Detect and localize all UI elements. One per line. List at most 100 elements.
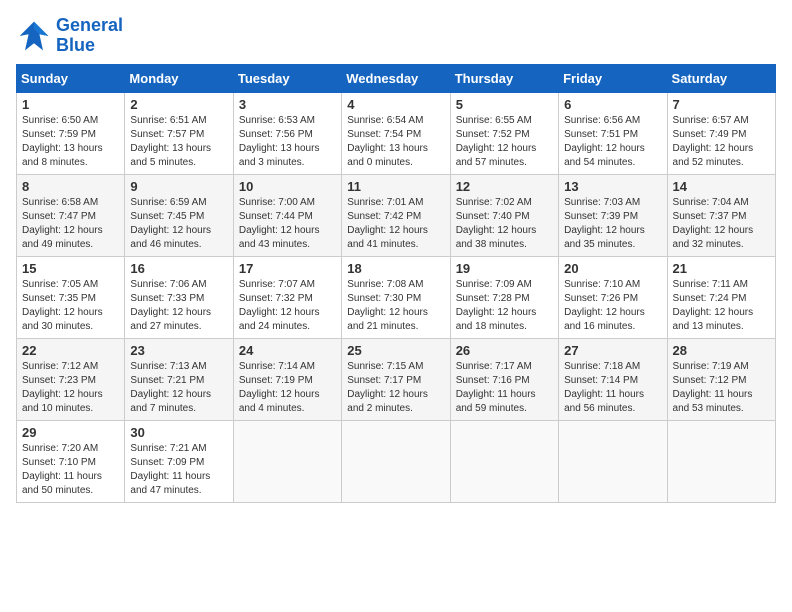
day-number: 30: [130, 425, 227, 440]
day-number: 28: [673, 343, 770, 358]
day-detail: Sunrise: 7:11 AM Sunset: 7:24 PM Dayligh…: [673, 278, 770, 334]
table-row: 13Sunrise: 7:03 AM Sunset: 7:39 PM Dayli…: [559, 174, 667, 256]
day-detail: Sunrise: 7:14 AM Sunset: 7:19 PM Dayligh…: [239, 360, 336, 416]
day-detail: Sunrise: 6:50 AM Sunset: 7:59 PM Dayligh…: [22, 114, 119, 170]
day-detail: Sunrise: 7:06 AM Sunset: 7:33 PM Dayligh…: [130, 278, 227, 334]
table-row: 6 Sunrise: 6:56 AM Sunset: 7:51 PM Daylig…: [559, 92, 667, 174]
table-row: 17 Sunrise: 7:07 AM Sunset: 7:32 PM Dayli…: [233, 256, 341, 338]
logo-icon: [16, 18, 52, 54]
table-row: 21 Sunrise: 7:11 AM Sunset: 7:24 PM Dayli…: [667, 256, 775, 338]
day-number: 7: [673, 97, 770, 112]
day-number: 29: [22, 425, 119, 440]
day-detail: Sunrise: 7:08 AM Sunset: 7:30 PM Dayligh…: [347, 278, 444, 334]
day-number: 8: [22, 179, 119, 194]
day-number: 19: [456, 261, 553, 276]
table-row: 1Sunrise: 6:50 AM Sunset: 7:59 PM Daylig…: [17, 92, 125, 174]
day-detail: Sunrise: 6:57 AM Sunset: 7:49 PM Dayligh…: [673, 114, 770, 170]
day-number: 9: [130, 179, 227, 194]
table-row: [667, 420, 775, 502]
day-detail: Sunrise: 6:59 AM Sunset: 7:45 PM Dayligh…: [130, 196, 227, 252]
day-number: 21: [673, 261, 770, 276]
day-number: 14: [673, 179, 770, 194]
table-row: 24 Sunrise: 7:14 AM Sunset: 7:19 PM Dayli…: [233, 338, 341, 420]
table-row: 22 Sunrise: 7:12 AM Sunset: 7:23 PM Dayli…: [17, 338, 125, 420]
table-row: 3Sunrise: 6:53 AM Sunset: 7:56 PM Daylig…: [233, 92, 341, 174]
table-row: 29 Sunrise: 7:20 AM Sunset: 7:10 PM Dayli…: [17, 420, 125, 502]
day-number: 12: [456, 179, 553, 194]
table-row: 2 Sunrise: 6:51 AM Sunset: 7:57 PM Daylig…: [125, 92, 233, 174]
table-row: 10 Sunrise: 7:00 AM Sunset: 7:44 PM Dayli…: [233, 174, 341, 256]
day-number: 22: [22, 343, 119, 358]
day-detail: Sunrise: 7:03 AM Sunset: 7:39 PM Dayligh…: [564, 196, 661, 252]
logo-text: General Blue: [56, 16, 123, 56]
table-row: 26Sunrise: 7:17 AM Sunset: 7:16 PM Dayli…: [450, 338, 558, 420]
day-detail: Sunrise: 7:02 AM Sunset: 7:40 PM Dayligh…: [456, 196, 553, 252]
day-detail: Sunrise: 7:20 AM Sunset: 7:10 PM Dayligh…: [22, 442, 119, 498]
day-detail: Sunrise: 7:01 AM Sunset: 7:42 PM Dayligh…: [347, 196, 444, 252]
day-detail: Sunrise: 7:00 AM Sunset: 7:44 PM Dayligh…: [239, 196, 336, 252]
day-detail: Sunrise: 7:10 AM Sunset: 7:26 PM Dayligh…: [564, 278, 661, 334]
table-row: 30 Sunrise: 7:21 AM Sunset: 7:09 PM Dayli…: [125, 420, 233, 502]
day-number: 24: [239, 343, 336, 358]
day-detail: Sunrise: 7:04 AM Sunset: 7:37 PM Dayligh…: [673, 196, 770, 252]
weekday-header: Monday: [125, 64, 233, 92]
day-detail: Sunrise: 7:05 AM Sunset: 7:35 PM Dayligh…: [22, 278, 119, 334]
day-number: 3: [239, 97, 336, 112]
table-row: 20 Sunrise: 7:10 AM Sunset: 7:26 PM Dayli…: [559, 256, 667, 338]
day-detail: Sunrise: 7:12 AM Sunset: 7:23 PM Dayligh…: [22, 360, 119, 416]
day-number: 20: [564, 261, 661, 276]
weekday-header: Wednesday: [342, 64, 450, 92]
table-row: [450, 420, 558, 502]
weekday-header: Saturday: [667, 64, 775, 92]
day-detail: Sunrise: 6:55 AM Sunset: 7:52 PM Dayligh…: [456, 114, 553, 170]
table-row: [342, 420, 450, 502]
table-row: [233, 420, 341, 502]
day-detail: Sunrise: 6:56 AM Sunset: 7:51 PM Dayligh…: [564, 114, 661, 170]
table-row: 23 Sunrise: 7:13 AM Sunset: 7:21 PM Dayli…: [125, 338, 233, 420]
weekday-header: Sunday: [17, 64, 125, 92]
calendar-week-row: 15 Sunrise: 7:05 AM Sunset: 7:35 PM Dayli…: [17, 256, 776, 338]
day-number: 2: [130, 97, 227, 112]
day-number: 27: [564, 343, 661, 358]
table-row: 27Sunrise: 7:18 AM Sunset: 7:14 PM Dayli…: [559, 338, 667, 420]
day-number: 6: [564, 97, 661, 112]
day-number: 15: [22, 261, 119, 276]
table-row: 7 Sunrise: 6:57 AM Sunset: 7:49 PM Daylig…: [667, 92, 775, 174]
logo: General Blue: [16, 16, 123, 56]
calendar-week-row: 8Sunrise: 6:58 AM Sunset: 7:47 PM Daylig…: [17, 174, 776, 256]
table-row: 5Sunrise: 6:55 AM Sunset: 7:52 PM Daylig…: [450, 92, 558, 174]
table-row: 12 Sunrise: 7:02 AM Sunset: 7:40 PM Dayli…: [450, 174, 558, 256]
day-detail: Sunrise: 7:09 AM Sunset: 7:28 PM Dayligh…: [456, 278, 553, 334]
calendar-week-row: 22 Sunrise: 7:12 AM Sunset: 7:23 PM Dayli…: [17, 338, 776, 420]
table-row: 28 Sunrise: 7:19 AM Sunset: 7:12 PM Dayli…: [667, 338, 775, 420]
calendar-week-row: 29 Sunrise: 7:20 AM Sunset: 7:10 PM Dayli…: [17, 420, 776, 502]
calendar-week-row: 1Sunrise: 6:50 AM Sunset: 7:59 PM Daylig…: [17, 92, 776, 174]
calendar-table: SundayMondayTuesdayWednesdayThursdayFrid…: [16, 64, 776, 503]
day-number: 26: [456, 343, 553, 358]
day-number: 23: [130, 343, 227, 358]
table-row: 8Sunrise: 6:58 AM Sunset: 7:47 PM Daylig…: [17, 174, 125, 256]
day-detail: Sunrise: 7:07 AM Sunset: 7:32 PM Dayligh…: [239, 278, 336, 334]
day-number: 10: [239, 179, 336, 194]
table-row: 19 Sunrise: 7:09 AM Sunset: 7:28 PM Dayli…: [450, 256, 558, 338]
weekday-header: Tuesday: [233, 64, 341, 92]
table-row: 25 Sunrise: 7:15 AM Sunset: 7:17 PM Dayli…: [342, 338, 450, 420]
day-detail: Sunrise: 7:15 AM Sunset: 7:17 PM Dayligh…: [347, 360, 444, 416]
day-detail: Sunrise: 7:19 AM Sunset: 7:12 PM Dayligh…: [673, 360, 770, 416]
day-number: 25: [347, 343, 444, 358]
day-number: 16: [130, 261, 227, 276]
day-number: 17: [239, 261, 336, 276]
table-row: [559, 420, 667, 502]
weekday-header: Thursday: [450, 64, 558, 92]
day-detail: Sunrise: 7:21 AM Sunset: 7:09 PM Dayligh…: [130, 442, 227, 498]
day-number: 11: [347, 179, 444, 194]
day-number: 4: [347, 97, 444, 112]
table-row: 18 Sunrise: 7:08 AM Sunset: 7:30 PM Dayli…: [342, 256, 450, 338]
page-header: General Blue: [16, 16, 776, 56]
day-detail: Sunrise: 7:13 AM Sunset: 7:21 PM Dayligh…: [130, 360, 227, 416]
day-detail: Sunrise: 6:51 AM Sunset: 7:57 PM Dayligh…: [130, 114, 227, 170]
table-row: 15 Sunrise: 7:05 AM Sunset: 7:35 PM Dayli…: [17, 256, 125, 338]
day-detail: Sunrise: 6:54 AM Sunset: 7:54 PM Dayligh…: [347, 114, 444, 170]
weekday-header: Friday: [559, 64, 667, 92]
day-number: 18: [347, 261, 444, 276]
